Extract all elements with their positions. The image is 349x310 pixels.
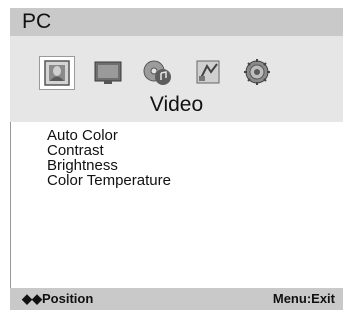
position-label: Position: [42, 291, 94, 306]
exit-hint: Menu:Exit: [272, 291, 335, 306]
picture-icon: [44, 60, 70, 86]
header-bar: PC: [10, 8, 343, 36]
tab-audio[interactable]: [140, 56, 174, 88]
osd-menu: PC Video Auto Color Contrast Brightness …: [10, 8, 343, 310]
menu-item-color-temperature[interactable]: Color Temperature: [47, 173, 171, 188]
tab-monitor[interactable]: [91, 56, 125, 88]
footer-bar: ◆◆Position Menu:Exit: [10, 288, 343, 310]
menu-item-auto-color[interactable]: Auto Color: [47, 128, 171, 143]
tab-settings[interactable]: [240, 56, 274, 88]
setup-icon: [196, 60, 220, 84]
menu-item-brightness[interactable]: Brightness: [47, 158, 171, 173]
audio-cd-icon: [143, 60, 171, 85]
navigation-hint: ◆◆Position: [22, 291, 93, 307]
navigation-arrows-icon: ◆◆: [22, 291, 42, 306]
menu-item-contrast[interactable]: Contrast: [47, 143, 171, 158]
tab-setup[interactable]: [191, 56, 225, 88]
menu-list: Auto Color Contrast Brightness Color Tem…: [47, 128, 171, 188]
menu-content: Auto Color Contrast Brightness Color Tem…: [10, 122, 343, 288]
source-title: PC: [22, 10, 52, 33]
monitor-icon: [94, 61, 122, 84]
tab-picture[interactable]: [39, 56, 75, 90]
settings-gear-icon: [244, 59, 270, 85]
section-title: Video: [149, 93, 204, 116]
icon-tab-bar: Video: [10, 36, 343, 122]
